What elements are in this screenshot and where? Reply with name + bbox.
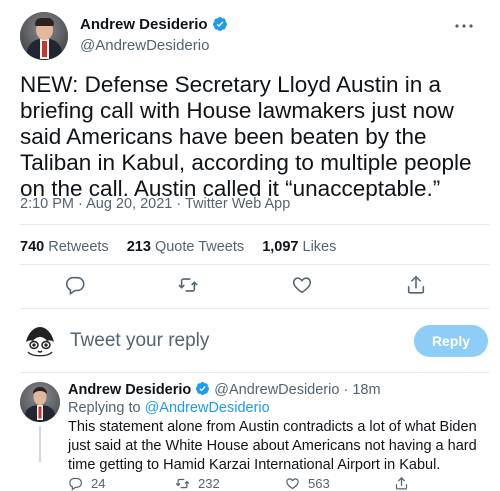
quote-tweets-label: Quote Tweets — [154, 239, 245, 255]
reply-icon[interactable] — [64, 274, 90, 300]
like-icon[interactable] — [291, 274, 317, 300]
reply-header: Andrew Desiderio @AndrewDesiderio · 18m — [68, 381, 381, 398]
more-options-icon[interactable] — [454, 20, 474, 32]
reply-author-avatar[interactable] — [20, 382, 60, 422]
verified-badge-icon — [196, 381, 210, 396]
tweet-header: Andrew Desiderio @AndrewDesiderio — [20, 12, 480, 60]
retweet-icon[interactable] — [177, 274, 203, 300]
retweet-icon — [175, 478, 190, 488]
divider — [20, 308, 490, 309]
author-avatar[interactable] — [20, 12, 68, 60]
reply-action-bar: 24 232 563 — [68, 475, 488, 491]
user-avatar[interactable] — [20, 320, 60, 360]
retweet-count: 232 — [198, 475, 220, 491]
author-name-row[interactable]: Andrew Desiderio — [80, 16, 228, 33]
divider — [20, 372, 490, 373]
verified-badge-icon — [212, 17, 227, 31]
author-name[interactable]: Andrew Desiderio — [80, 16, 208, 33]
reply-author-name[interactable]: Andrew Desiderio — [68, 382, 191, 398]
reply-icon — [69, 477, 83, 491]
tweet-text: NEW: Defense Secretary Lloyd Austin in a… — [20, 72, 472, 201]
tweet-page: Andrew Desiderio @AndrewDesiderio NEW: D… — [0, 0, 500, 491]
reply-text: This statement alone from Austin contrad… — [68, 419, 477, 473]
tweet-action-bar — [20, 274, 490, 300]
retweets-label: Retweets — [48, 239, 109, 255]
share-icon — [395, 476, 408, 489]
reply-timestamp[interactable]: 18m — [352, 382, 380, 398]
quote-tweets-count: 213 — [126, 239, 151, 255]
divider — [20, 264, 490, 265]
tweet-meta[interactable]: 2:10 PM · Aug 20, 2021 · Twitter Web App — [20, 196, 290, 212]
reply-retweet-button[interactable]: 232 — [175, 475, 220, 491]
reply-count: 24 — [91, 475, 106, 491]
share-icon[interactable] — [405, 274, 431, 300]
reply-author-handle[interactable]: @AndrewDesiderio — [214, 382, 339, 398]
like-icon — [286, 477, 299, 489]
likes-count: 1,097 — [262, 239, 299, 255]
replying-to: Replying to @AndrewDesiderio — [68, 400, 270, 416]
likes-label: Likes — [302, 239, 337, 255]
reply-separator: · — [343, 382, 349, 398]
replying-to-prefix: Replying to — [68, 400, 141, 416]
tweet-stats: 740 Retweets 213 Quote Tweets 1,097 Like… — [20, 239, 350, 255]
reply-like-button[interactable]: 563 — [285, 475, 330, 491]
reply-input[interactable]: Tweet your reply — [70, 330, 209, 352]
reply-reply-button[interactable]: 24 — [68, 475, 106, 491]
divider — [20, 224, 490, 225]
retweets-count: 740 — [20, 239, 45, 255]
like-count: 563 — [308, 475, 330, 491]
likes-stat[interactable]: 1,097 Likes — [262, 239, 336, 255]
reply-share-button[interactable] — [394, 476, 417, 490]
author-handle[interactable]: @AndrewDesiderio — [80, 37, 209, 54]
replying-to-link[interactable]: @AndrewDesiderio — [145, 400, 270, 416]
reply-button[interactable]: Reply — [414, 325, 488, 357]
retweets-stat[interactable]: 740 Retweets — [20, 239, 109, 255]
thread-connector-line — [39, 426, 41, 462]
quote-tweets-stat[interactable]: 213 Quote Tweets — [127, 239, 244, 255]
